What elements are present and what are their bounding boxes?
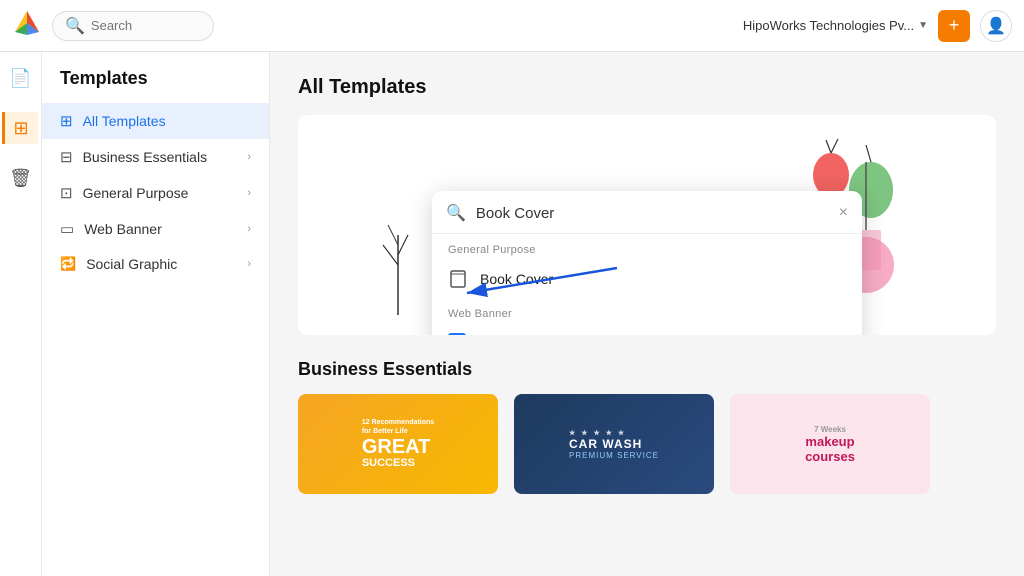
sidebar-icon-trash[interactable]: 🗑 — [5, 162, 37, 194]
general-purpose-icon: ⊡ — [60, 184, 73, 202]
card-2-text: ★ ★ ★ ★ ★ CAR WASH PREMIUM SERVICE — [569, 429, 659, 460]
book-cover-label: Book Cover — [480, 271, 553, 287]
business-essentials-label: Business Essentials — [83, 149, 208, 165]
template-card-2[interactable]: ★ ★ ★ ★ ★ CAR WASH PREMIUM SERVICE — [514, 394, 714, 494]
dropdown-item-facebook-cover[interactable]: f Facebook Cover — [432, 324, 862, 335]
dropdown-search-icon: 🔍 — [446, 203, 466, 223]
chevron-right-icon: › — [247, 258, 251, 270]
sidebar-item-web-banner[interactable]: ▭ Web Banner › — [42, 211, 269, 247]
all-templates-icon: ⊞ — [60, 112, 73, 130]
left-nav-title: Templates — [42, 68, 269, 103]
chevron-right-icon: › — [247, 151, 251, 163]
dropdown-close-button[interactable]: × — [839, 204, 848, 222]
social-graphic-label: Social Graphic — [86, 256, 177, 272]
chevron-right-icon: › — [247, 223, 251, 235]
template-card-1[interactable]: 12 Recommendationsfor Better Life GREAT … — [298, 394, 498, 494]
content-area: All Templates — [270, 52, 1024, 576]
web-banner-icon: ▭ — [60, 220, 74, 238]
main-layout: 📄 ⊞ 🗑 Templates ⊞ All Templates ⊟ Busine… — [0, 52, 1024, 576]
search-icon: 🔍 — [65, 16, 85, 36]
user-icon: 👤 — [986, 16, 1006, 36]
org-selector[interactable]: HipoWorks Technologies Pv... ▼ — [743, 18, 928, 33]
book-cover-icon — [448, 269, 468, 289]
facebook-icon: f — [448, 333, 466, 335]
social-graphic-icon: 🔁 — [60, 256, 76, 272]
dropdown-search-input[interactable] — [476, 205, 829, 222]
web-banner-label: Web Banner — [84, 221, 162, 237]
search-input[interactable] — [91, 18, 201, 33]
icon-sidebar: 📄 ⊞ 🗑 — [0, 52, 42, 576]
section-title: All Templates — [298, 76, 996, 99]
dropdown-section-general-purpose: General Purpose — [432, 234, 862, 260]
card-3-text: 7 Weeks makeup courses — [797, 417, 863, 472]
sidebar-icon-templates[interactable]: ⊞ — [2, 112, 38, 144]
sidebar-item-business-essentials[interactable]: ⊟ Business Essentials › — [42, 139, 269, 175]
topbar: 🔍 HipoWorks Technologies Pv... ▼ + 👤 — [0, 0, 1024, 52]
dropdown-section-web-banner: Web Banner — [432, 298, 862, 324]
business-essentials-icon: ⊟ — [60, 148, 73, 166]
left-nav: Templates ⊞ All Templates ⊟ Business Ess… — [42, 52, 270, 576]
dropdown-item-book-cover[interactable]: Book Cover — [432, 260, 862, 298]
search-dropdown: 🔍 × General Purpose Book Cover Web Banne… — [432, 191, 862, 335]
chevron-right-icon: › — [247, 187, 251, 199]
create-button[interactable]: + — [938, 10, 970, 42]
search-box[interactable]: 🔍 — [52, 11, 214, 41]
sidebar-item-all-templates[interactable]: ⊞ All Templates — [42, 103, 269, 139]
sidebar-item-general-purpose[interactable]: ⊡ General Purpose › — [42, 175, 269, 211]
hero-banner: Create beautiful documents — [298, 115, 996, 335]
dropdown-search-row: 🔍 × — [432, 203, 862, 234]
org-chevron-icon: ▼ — [918, 20, 928, 31]
business-section-title: Business Essentials — [298, 359, 996, 380]
topbar-right: HipoWorks Technologies Pv... ▼ + 👤 — [743, 10, 1012, 42]
general-purpose-label: General Purpose — [83, 185, 189, 201]
all-templates-label: All Templates — [83, 113, 166, 129]
template-card-3[interactable]: 7 Weeks makeup courses — [730, 394, 930, 494]
org-name-label: HipoWorks Technologies Pv... — [743, 18, 914, 33]
facebook-cover-label: Facebook Cover — [478, 334, 581, 335]
user-avatar[interactable]: 👤 — [980, 10, 1012, 42]
sidebar-icon-new-doc[interactable]: 📄 — [5, 62, 37, 94]
sidebar-item-social-graphic[interactable]: 🔁 Social Graphic › — [42, 247, 269, 281]
card-row: 12 Recommendationsfor Better Life GREAT … — [298, 394, 996, 494]
card-1-text: 12 Recommendationsfor Better Life GREAT … — [354, 410, 442, 477]
logo — [12, 8, 42, 43]
